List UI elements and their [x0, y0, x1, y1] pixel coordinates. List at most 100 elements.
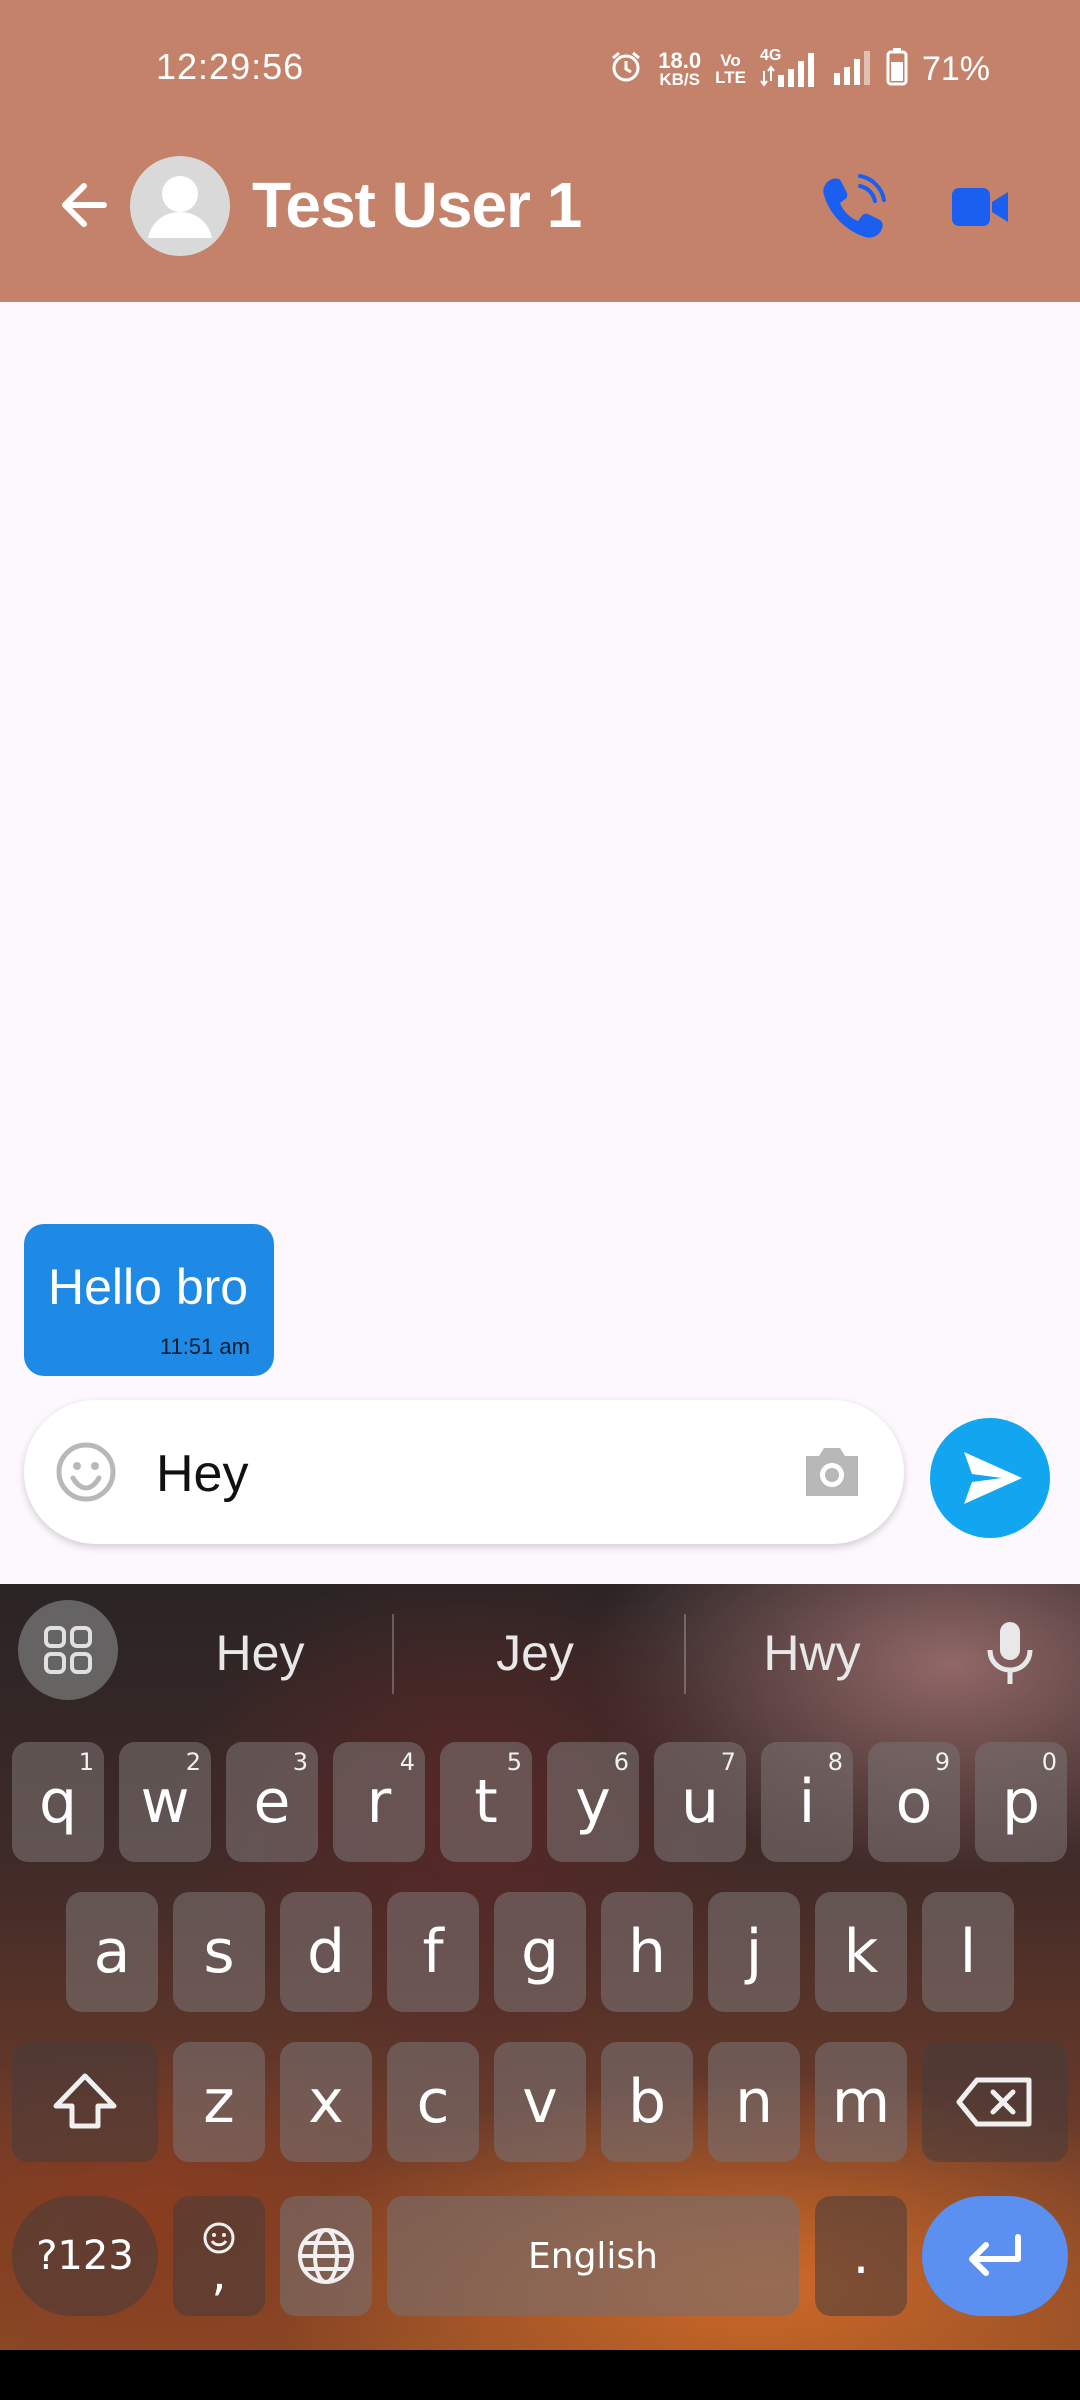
- volte-indicator: Vo LTE: [715, 52, 746, 86]
- key-letter: u: [680, 1767, 720, 1837]
- video-camera-icon: [952, 188, 1008, 226]
- message-bubble[interactable]: Hello bro 11:51 am: [24, 1224, 274, 1376]
- suggestion-2[interactable]: Jey: [395, 1624, 675, 1682]
- enter-key[interactable]: [922, 2196, 1068, 2316]
- key-hint: 2: [185, 1748, 201, 1776]
- person-icon: [148, 176, 212, 238]
- symbols-key[interactable]: ?123: [12, 2196, 158, 2316]
- message-list[interactable]: Hello bro 11:51 am: [0, 302, 1080, 1584]
- grid-icon: [44, 1626, 92, 1674]
- signal-4g-icon: 4G: [760, 47, 818, 87]
- key-r[interactable]: r4: [333, 1742, 425, 1862]
- suggestion-3[interactable]: Hwy: [672, 1624, 952, 1682]
- phone-call-icon: [823, 174, 886, 238]
- camera-button[interactable]: [800, 1442, 864, 1502]
- camera-icon: [806, 1448, 858, 1496]
- comma-emoji-key[interactable]: ,: [173, 2196, 265, 2316]
- status-icons: 18.0 KB/S Vo LTE 4G 71%: [608, 44, 990, 94]
- voice-input-button[interactable]: [980, 1616, 1040, 1690]
- key-f[interactable]: f: [387, 1892, 479, 2012]
- voice-call-button[interactable]: [816, 170, 890, 244]
- message-input[interactable]: Hey: [156, 1444, 248, 1504]
- avatar[interactable]: [130, 156, 230, 256]
- key-b[interactable]: b: [601, 2042, 693, 2162]
- key-k[interactable]: k: [815, 1892, 907, 2012]
- key-t[interactable]: t5: [440, 1742, 532, 1862]
- key-a[interactable]: a: [66, 1892, 158, 2012]
- key-letter: e: [253, 1767, 291, 1837]
- alarm-icon: [608, 49, 644, 90]
- key-hint: 5: [506, 1748, 522, 1776]
- microphone-icon: [987, 1622, 1033, 1684]
- key-o[interactable]: o9: [868, 1742, 960, 1862]
- shift-icon: [53, 2073, 117, 2129]
- key-hint: 9: [934, 1748, 950, 1776]
- key-g[interactable]: g: [494, 1892, 586, 2012]
- key-letter: y: [575, 1767, 611, 1837]
- soft-keyboard: Hey Jey Hwy q1 w2 e3 r4 t5 y6 u7 i8 o9 p…: [0, 1584, 1080, 2350]
- battery-icon: [886, 47, 908, 91]
- key-v[interactable]: v: [494, 2042, 586, 2162]
- key-letter: w: [140, 1767, 190, 1837]
- signal-icon: [832, 49, 872, 90]
- key-e[interactable]: e3: [226, 1742, 318, 1862]
- key-hint: 7: [720, 1748, 736, 1776]
- key-hint: 8: [827, 1748, 843, 1776]
- space-key[interactable]: English: [387, 2196, 799, 2316]
- comma-label: ,: [211, 2246, 227, 2302]
- back-button[interactable]: [52, 172, 118, 238]
- key-l[interactable]: l: [922, 1892, 1014, 2012]
- language-key[interactable]: [280, 2196, 372, 2316]
- key-d[interactable]: d: [280, 1892, 372, 2012]
- key-letter: p: [1001, 1767, 1041, 1837]
- key-y[interactable]: y6: [547, 1742, 639, 1862]
- key-m[interactable]: m: [815, 2042, 907, 2162]
- globe-icon: [298, 2228, 354, 2284]
- message-input-bar[interactable]: Hey: [24, 1400, 904, 1544]
- net-speed: 18.0 KB/S: [658, 47, 702, 89]
- key-s[interactable]: s: [173, 1892, 265, 2012]
- key-n[interactable]: n: [708, 2042, 800, 2162]
- keyboard-menu-button[interactable]: [18, 1600, 118, 1700]
- app-header: 12:29:56 18.0 KB/S Vo LTE 4G 71% Test Us…: [0, 0, 1080, 302]
- key-h[interactable]: h: [601, 1892, 693, 2012]
- key-hint: 4: [399, 1748, 415, 1776]
- key-letter: r: [366, 1767, 392, 1837]
- send-icon: [964, 1452, 1022, 1504]
- contact-name[interactable]: Test User 1: [252, 168, 582, 242]
- emoji-button[interactable]: [54, 1440, 118, 1504]
- key-u[interactable]: u7: [654, 1742, 746, 1862]
- net-speed-unit: KB/S: [659, 69, 700, 89]
- key-q[interactable]: q1: [12, 1742, 104, 1862]
- suggestion-divider: [392, 1614, 394, 1694]
- backspace-key[interactable]: [922, 2042, 1068, 2162]
- shift-key[interactable]: [12, 2042, 158, 2162]
- volte-bottom: LTE: [715, 68, 746, 87]
- key-hint: 6: [613, 1748, 629, 1776]
- key-p[interactable]: p0: [975, 1742, 1067, 1862]
- key-i[interactable]: i8: [761, 1742, 853, 1862]
- key-z[interactable]: z: [173, 2042, 265, 2162]
- key-x[interactable]: x: [280, 2042, 372, 2162]
- key-c[interactable]: c: [387, 2042, 479, 2162]
- key-hint: 1: [78, 1748, 94, 1776]
- key-w[interactable]: w2: [119, 1742, 211, 1862]
- volte-top: Vo: [720, 51, 741, 70]
- suggestion-1[interactable]: Hey: [120, 1624, 400, 1682]
- network-type: 4G: [759, 47, 782, 64]
- message-time: 11:51 am: [159, 1334, 250, 1359]
- message-text: Hello bro: [48, 1259, 249, 1315]
- enter-icon: [969, 2234, 1021, 2276]
- back-arrow-icon: [62, 183, 107, 227]
- key-letter: i: [798, 1767, 816, 1837]
- video-call-button[interactable]: [950, 176, 1012, 238]
- navigation-bar: [0, 2350, 1080, 2400]
- key-hint: 0: [1041, 1748, 1057, 1776]
- backspace-icon: [956, 2077, 1032, 2127]
- period-key[interactable]: .: [815, 2196, 907, 2316]
- key-letter: t: [474, 1767, 498, 1837]
- net-speed-value: 18.0: [658, 47, 702, 73]
- key-j[interactable]: j: [708, 1892, 800, 2012]
- send-button[interactable]: [930, 1418, 1050, 1538]
- status-time: 12:29:56: [156, 46, 305, 87]
